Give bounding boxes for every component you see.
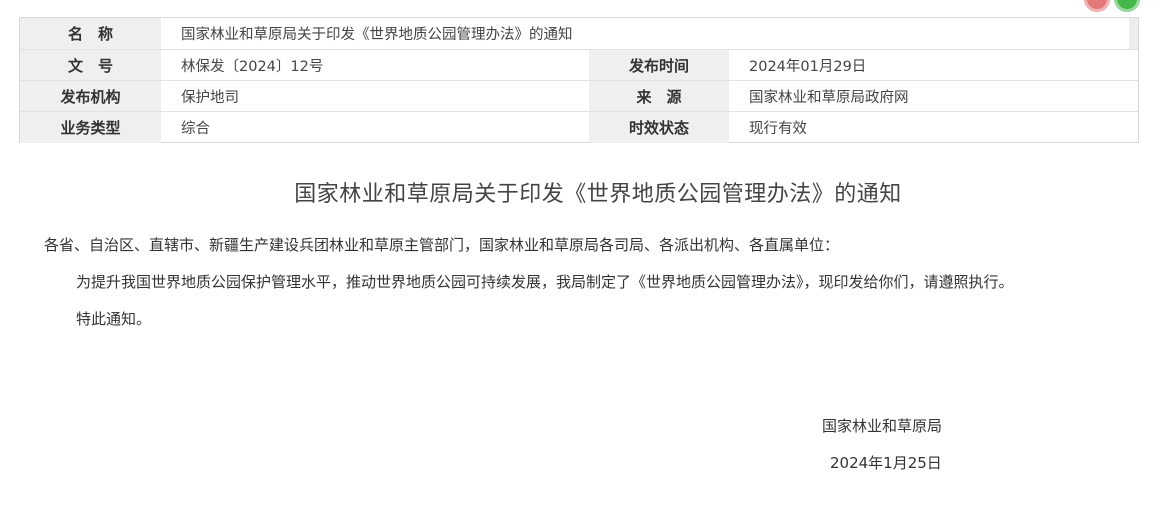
status-label: 时效状态 <box>589 112 729 143</box>
signature-organization: 国家林业和草原局 <box>822 417 943 435</box>
pubtime-value: 2024年01月29日 <box>749 58 867 75</box>
signature-date: 2024年1月25日 <box>830 454 942 472</box>
type-label: 业务类型 <box>20 112 161 143</box>
issuer-value: 保护地司 <box>181 89 239 106</box>
row-scrollbar[interactable] <box>1129 18 1138 49</box>
meta-row-issuer: 发布机构 保护地司 来 源 国家林业和草原局政府网 <box>20 80 1138 111</box>
issuer-label: 发布机构 <box>20 81 161 111</box>
document-metadata-table: 名 称 国家林业和草原局关于印发《世界地质公园管理办法》的通知 文 号 林保发〔… <box>19 17 1139 143</box>
closing-paragraph: 特此通知。 <box>76 310 152 328</box>
document-title: 国家林业和草原局关于印发《世界地质公园管理办法》的通知 <box>294 182 902 207</box>
name-label: 名 称 <box>20 18 161 49</box>
maximize-icon[interactable] <box>1114 0 1140 12</box>
meta-row-docno: 文 号 林保发〔2024〕12号 发布时间 2024年01月29日 <box>20 49 1138 80</box>
source-label: 来 源 <box>589 81 729 111</box>
body-paragraph: 为提升我国世界地质公园保护管理水平，推动世界地质公园可持续发展，我局制定了《世界… <box>76 273 1014 291</box>
status-value: 现行有效 <box>749 121 807 137</box>
window-controls <box>1084 0 1144 12</box>
source-value: 国家林业和草原局政府网 <box>749 89 909 106</box>
addressee-line: 各省、自治区、直辖市、新疆生产建设兵团林业和草原主管部门，国家林业和草原局各司局… <box>44 236 840 254</box>
docno-value: 林保发〔2024〕12号 <box>181 58 324 75</box>
pubtime-label: 发布时间 <box>589 50 729 80</box>
meta-row-type: 业务类型 综合 时效状态 现行有效 <box>20 111 1138 143</box>
close-icon[interactable] <box>1084 0 1110 12</box>
name-value: 国家林业和草原局关于印发《世界地质公园管理办法》的通知 <box>181 27 573 43</box>
type-value: 综合 <box>181 121 210 137</box>
meta-row-name: 名 称 国家林业和草原局关于印发《世界地质公园管理办法》的通知 <box>20 18 1138 49</box>
docno-label: 文 号 <box>20 50 161 80</box>
